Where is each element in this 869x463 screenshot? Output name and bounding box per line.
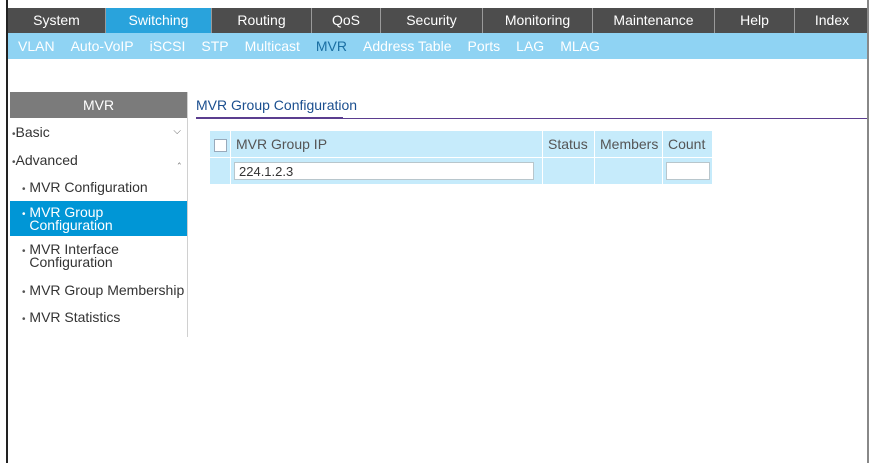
count-input[interactable] bbox=[666, 162, 710, 180]
subnav-auto-voip[interactable]: Auto-VoIP bbox=[63, 33, 142, 59]
sidebar-item-mvr-group-membership[interactable]: • MVR Group Membership bbox=[10, 277, 187, 304]
title-underline bbox=[196, 117, 343, 119]
sidebar: MVR •Basic ⌵ •Advanced ‸ • MVR Configura… bbox=[10, 92, 188, 337]
chevron-up-icon[interactable]: ‸ bbox=[178, 146, 181, 174]
column-header-group-ip[interactable]: MVR Group IP bbox=[230, 130, 543, 158]
status-cell bbox=[542, 157, 595, 185]
select-all-checkbox[interactable] bbox=[214, 138, 227, 152]
tab-security[interactable]: Security bbox=[381, 8, 483, 33]
bullet-icon: • bbox=[22, 209, 26, 220]
sub-navigation: VLAN Auto-VoIP iSCSI STP Multicast MVR A… bbox=[8, 33, 869, 59]
subnav-mvr[interactable]: MVR bbox=[308, 33, 355, 59]
column-header-members[interactable]: Members bbox=[594, 130, 663, 158]
subnav-ports[interactable]: Ports bbox=[459, 33, 508, 59]
sidebar-item-mvr-statistics[interactable]: • MVR Statistics bbox=[10, 304, 187, 331]
divider bbox=[343, 118, 869, 119]
page-title: MVR Group Configuration bbox=[196, 97, 358, 113]
table-row bbox=[209, 157, 713, 185]
subnav-multicast[interactable]: Multicast bbox=[237, 33, 308, 59]
count-cell bbox=[662, 157, 713, 185]
sidebar-item-mvr-interface-configuration[interactable]: • MVR Interface Configuration bbox=[10, 236, 187, 277]
members-cell bbox=[594, 157, 663, 185]
subnav-address-table[interactable]: Address Table bbox=[355, 33, 459, 59]
subnav-mlag[interactable]: MLAG bbox=[552, 33, 608, 59]
table-header-row: MVR Group IP Status Members Count bbox=[209, 130, 713, 158]
sidebar-item-label: MVR Configuration bbox=[29, 179, 148, 195]
select-all-cell bbox=[209, 130, 231, 158]
sidebar-item-mvr-configuration[interactable]: • MVR Configuration bbox=[10, 174, 187, 201]
sidebar-item-label: MVR Statistics bbox=[29, 309, 121, 325]
chevron-down-icon[interactable]: ⌵ bbox=[173, 118, 181, 146]
tab-maintenance[interactable]: Maintenance bbox=[593, 8, 715, 33]
bullet-icon: • bbox=[22, 287, 26, 298]
bullet-icon: • bbox=[22, 184, 26, 195]
sidebar-advanced[interactable]: •Advanced ‸ bbox=[10, 146, 187, 174]
group-ip-cell bbox=[230, 157, 543, 185]
tab-monitoring[interactable]: Monitoring bbox=[483, 8, 593, 33]
mvr-group-table: MVR Group IP Status Members Count bbox=[209, 130, 713, 185]
sidebar-header: MVR bbox=[10, 92, 187, 118]
column-header-count[interactable]: Count bbox=[662, 130, 713, 158]
tab-index[interactable]: Index bbox=[795, 8, 869, 33]
top-navigation: System Switching Routing QoS Security Mo… bbox=[8, 8, 869, 33]
bullet-icon: • bbox=[22, 246, 26, 257]
tab-switching[interactable]: Switching bbox=[106, 8, 212, 33]
subnav-vlan[interactable]: VLAN bbox=[8, 33, 63, 59]
sidebar-advanced-label: Advanced bbox=[15, 152, 78, 168]
window-left-border bbox=[0, 0, 8, 463]
sidebar-basic-label: Basic bbox=[15, 124, 50, 140]
bullet-icon: • bbox=[22, 314, 26, 325]
group-ip-input[interactable] bbox=[234, 162, 534, 180]
subnav-lag[interactable]: LAG bbox=[508, 33, 552, 59]
row-select-cell bbox=[209, 157, 231, 185]
subnav-stp[interactable]: STP bbox=[193, 33, 236, 59]
sidebar-item-label: MVR Group Membership bbox=[29, 282, 185, 298]
tab-help[interactable]: Help bbox=[715, 8, 795, 33]
subnav-iscsi[interactable]: iSCSI bbox=[142, 33, 194, 59]
tab-routing[interactable]: Routing bbox=[212, 8, 312, 33]
sidebar-basic[interactable]: •Basic ⌵ bbox=[10, 118, 187, 146]
sidebar-item-label: MVR Group Configuration bbox=[29, 204, 113, 233]
sidebar-item-label: MVR Interface Configuration bbox=[29, 241, 119, 270]
tab-system[interactable]: System bbox=[8, 8, 106, 33]
column-header-status[interactable]: Status bbox=[542, 130, 595, 158]
tab-qos[interactable]: QoS bbox=[312, 8, 381, 33]
sidebar-item-mvr-group-configuration[interactable]: • MVR Group Configuration bbox=[10, 201, 187, 236]
